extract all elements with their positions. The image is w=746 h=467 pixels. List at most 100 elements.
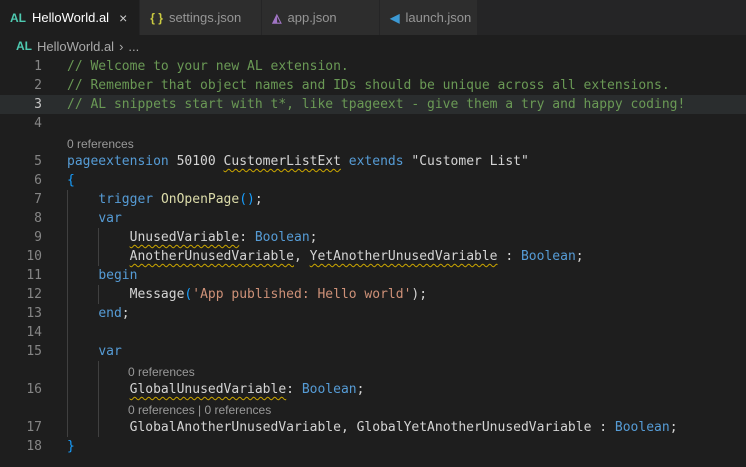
code-content: pageextension 50100 CustomerListExt exte… [42, 152, 529, 171]
breadcrumb-symbol[interactable]: ... [128, 39, 139, 54]
code-content: trigger OnOpenPage(); [42, 190, 263, 209]
code-line: 6 { [0, 171, 746, 190]
code-line: 16 GlobalUnusedVariable: Boolean; [0, 380, 746, 399]
keyword: var [98, 211, 122, 226]
keyword: end [98, 306, 122, 321]
function-name: Message [129, 287, 185, 302]
code-line: 14 [0, 323, 746, 342]
indent-guide [67, 228, 68, 247]
code-editor[interactable]: 1 // Welcome to your new AL extension. 2… [0, 57, 746, 456]
line-number: 1 [34, 59, 42, 74]
keyword: pageextension [67, 154, 169, 169]
al-file-icon: AL [16, 39, 32, 53]
type: Boolean [520, 249, 576, 264]
string: 'App published: Hello world' [192, 287, 412, 302]
tab-launch-json[interactable]: ◀ launch.json [380, 0, 479, 35]
variable: UnusedVariable [129, 230, 240, 245]
code-line: 18 } [0, 437, 746, 456]
line-number: 9 [34, 230, 42, 245]
line-number: 18 [26, 439, 42, 454]
tab-app-json[interactable]: ◭ app.json [262, 0, 381, 35]
line-number: 17 [26, 420, 42, 435]
code-line: 17 GlobalAnotherUnusedVariable, GlobalYe… [0, 418, 746, 437]
code-content: var [42, 342, 122, 361]
brace: { [67, 173, 75, 188]
tab-label: HelloWorld.al [32, 10, 110, 25]
indent-guide [67, 266, 68, 285]
code-line: 4 [0, 114, 746, 133]
parens: () [239, 192, 255, 207]
comment: // AL snippets start with t*, like tpage… [67, 97, 686, 112]
punct: : [497, 249, 521, 264]
code-line: 2 // Remember that object names and IDs … [0, 76, 746, 95]
indent-guide [98, 418, 99, 437]
code-line: 15 var [0, 342, 746, 361]
code-line: 5 pageextension 50100 CustomerListExt ex… [0, 152, 746, 171]
comment: // Welcome to your new AL extension. [67, 59, 349, 74]
indent-guide [67, 361, 68, 380]
indent-guide [67, 209, 68, 228]
punct: ; [309, 230, 318, 245]
punct: ; [254, 192, 263, 207]
punct: : [239, 230, 255, 245]
line-number: 3 [34, 97, 42, 112]
code-content: var [42, 209, 122, 228]
indent-guide [98, 285, 99, 304]
app-json-icon: ◭ [272, 10, 282, 25]
punct: ; [575, 249, 584, 264]
code-content: end; [42, 304, 130, 323]
codelens-references[interactable]: 0 references [0, 361, 746, 380]
breadcrumb: AL HelloWorld.al › ... [0, 35, 746, 57]
indent-guide [67, 323, 68, 342]
code-line: 13 end; [0, 304, 746, 323]
line-number: 8 [34, 211, 42, 226]
line-number: 6 [34, 173, 42, 188]
codelens-text[interactable]: 0 references | 0 references [128, 403, 271, 417]
al-file-icon: AL [10, 10, 26, 25]
keyword: extends [348, 154, 404, 169]
codelens-references[interactable]: 0 references [0, 133, 746, 152]
indent-guide [67, 304, 68, 323]
indent-guide [98, 361, 99, 380]
code-content: } [42, 437, 75, 456]
type: Boolean [301, 382, 357, 397]
code-line: 8 var [0, 209, 746, 228]
line-number: 7 [34, 192, 42, 207]
punct: : [286, 382, 302, 397]
code-content: UnusedVariable: Boolean; [42, 228, 317, 247]
line-number: 12 [26, 287, 42, 302]
indent-guide [67, 399, 68, 418]
punct: ); [411, 287, 428, 302]
tab-label: settings.json [168, 10, 242, 25]
close-icon[interactable]: × [119, 10, 127, 26]
punct: ; [121, 306, 130, 321]
code-content: { [42, 171, 75, 190]
punct: ; [356, 382, 365, 397]
line-number: 5 [34, 154, 42, 169]
punct: : [591, 420, 615, 435]
line-number: 4 [34, 116, 42, 131]
punct: , [294, 249, 310, 264]
indent-guide [98, 247, 99, 266]
breadcrumb-file[interactable]: HelloWorld.al [37, 39, 114, 54]
type: Boolean [254, 230, 310, 245]
code-content: AnotherUnusedVariable, YetAnotherUnusedV… [42, 247, 584, 266]
variable: GlobalAnotherUnusedVariable [129, 420, 341, 435]
variable: GlobalUnusedVariable [129, 382, 287, 397]
vscode-icon: ◀ [390, 10, 400, 25]
code-content: GlobalUnusedVariable: Boolean; [42, 380, 364, 399]
object-name: CustomerListExt [223, 154, 341, 169]
tab-settings-json[interactable]: { } settings.json [140, 0, 263, 35]
indent-guide [98, 228, 99, 247]
line-number: 14 [26, 325, 42, 340]
object-id: 50100 [176, 154, 216, 169]
tab-label: app.json [287, 10, 337, 25]
tab-helloworld-al[interactable]: AL HelloWorld.al × [0, 0, 141, 35]
line-number: 15 [26, 344, 42, 359]
target-object: "Customer List" [411, 154, 529, 169]
code-line: 9 UnusedVariable: Boolean; [0, 228, 746, 247]
indent-guide [67, 418, 68, 437]
codelens-references[interactable]: 0 references | 0 references [0, 399, 746, 418]
brace: } [67, 439, 75, 454]
codelens-text[interactable]: 0 references [128, 365, 195, 379]
